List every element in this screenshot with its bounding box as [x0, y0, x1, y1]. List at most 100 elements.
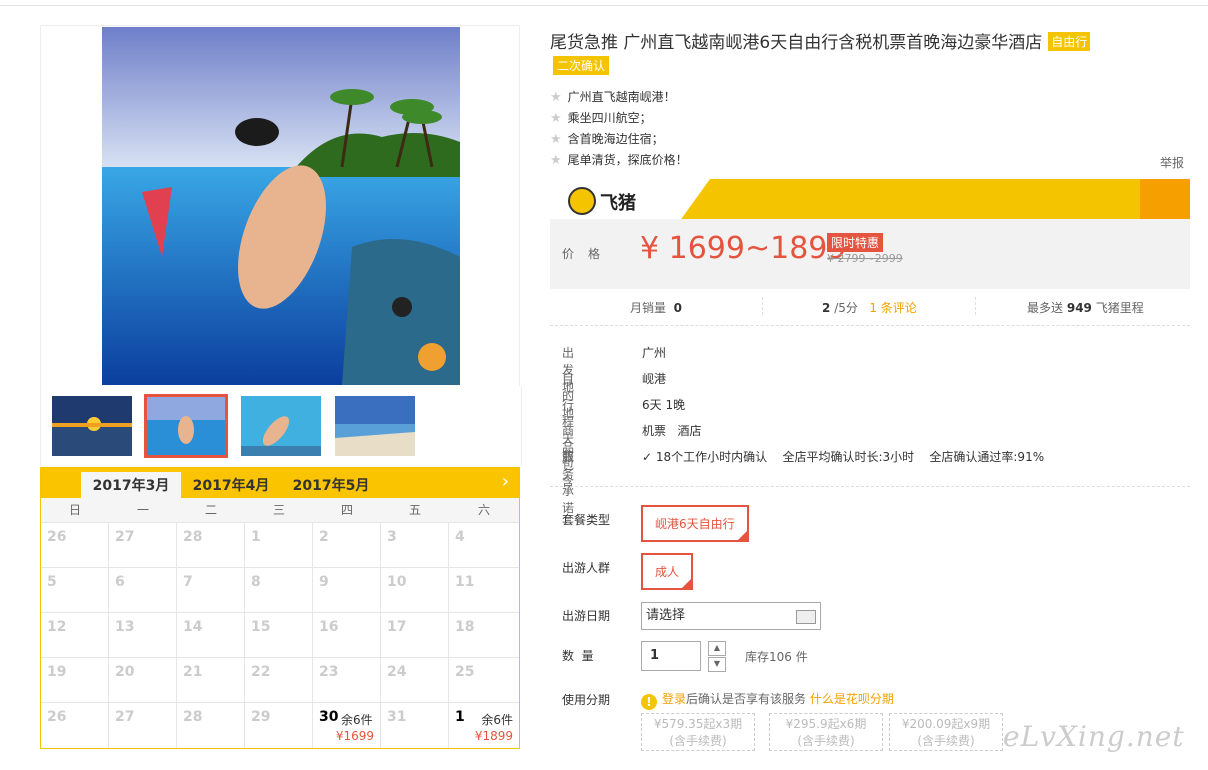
login-link[interactable]: 登录: [662, 692, 686, 706]
feature-text: 广州直飞越南岘港！: [567, 90, 676, 104]
installment-option-3[interactable]: ¥579.35起x3期 (含手续费): [641, 713, 755, 751]
fliggy-pig-icon: [568, 187, 596, 215]
limited-offer-badge: 限时特惠: [827, 233, 884, 252]
month-tab-march[interactable]: 2017年3月: [81, 472, 181, 498]
calendar-day-number: 14: [183, 619, 203, 635]
info-key: 服务承诺: [562, 450, 575, 515]
price-box: 飞猪 价格 ¥ 1699~1899 限时特惠 ¥ 2799~2999: [550, 179, 1190, 289]
date-placeholder: 请选择: [646, 608, 686, 623]
reviews-link[interactable]: 1 条评论: [869, 301, 916, 315]
info-value: 岘港: [642, 372, 667, 386]
service-rate: 全店确认通过率:91%: [929, 450, 1045, 464]
type-tag: 自由行: [1048, 32, 1091, 51]
calendar-day-number: 6: [115, 574, 125, 590]
calendar-day-number: 27: [115, 709, 135, 725]
thumbnail-sunset[interactable]: [52, 396, 132, 456]
crowd-option[interactable]: 成人: [641, 553, 694, 590]
calendar-day[interactable]: 1 余6件 ¥1899: [449, 703, 519, 748]
calendar-day-number: 28: [183, 529, 203, 545]
thumbnail-underwater[interactable]: [241, 396, 321, 456]
calendar-day-number: 31: [387, 709, 407, 725]
installment-fee-note: (含手续费): [669, 734, 727, 748]
product-title: 尾货急推 广州直飞越南岘港6天自由行含税机票首晚海边豪华酒店 自由行: [550, 28, 1091, 53]
rating-suffix: /5分: [834, 301, 858, 315]
weekday-header: 五: [381, 498, 449, 523]
calendar-day-price: ¥1699: [335, 729, 374, 743]
feature-text: 乘坐四川航空；: [567, 111, 652, 125]
feature-item: ★ 乘坐四川航空；: [550, 109, 652, 126]
miles-suffix: 飞猪里程: [1095, 301, 1144, 315]
package-option[interactable]: 岘港6天自由行: [641, 505, 749, 542]
installment-help-link[interactable]: 什么是花呗分期: [810, 692, 894, 706]
calendar-day-number: 26: [47, 529, 67, 545]
quantity-down-button[interactable]: ▼: [708, 657, 726, 672]
stats-row: 月销量 0 2 /5分 1 条评论 最多送 949 飞猪里程: [550, 289, 1190, 326]
calendar-day: 9: [313, 568, 381, 613]
calendar-day: 19: [41, 658, 109, 703]
quantity-input[interactable]: 1: [641, 641, 701, 671]
calendar-day-number: 25: [455, 664, 475, 680]
calendar-day: 6: [109, 568, 177, 613]
crowd-option-text: 成人: [655, 565, 680, 579]
calendar-day-number: 18: [455, 619, 475, 635]
main-image-frame: [40, 25, 520, 387]
watermark: eLvXing.net: [1003, 720, 1185, 753]
quantity-up-button[interactable]: ▲: [708, 641, 726, 656]
calendar-day: 12: [41, 613, 109, 658]
service-values: ✓ 18个工作小时内确认 全店平均确认时长:3小时 全店确认通过率:91%: [642, 448, 1044, 465]
calendar-day: 20: [109, 658, 177, 703]
calendar-day-number: 9: [319, 574, 329, 590]
calendar-day-stock: 余6件: [481, 713, 513, 727]
price-label: 价格: [562, 247, 615, 261]
calendar-day: 18: [449, 613, 519, 658]
feature-text: 含首晚海边住宿；: [567, 132, 664, 146]
calendar-day: 26: [41, 703, 109, 748]
calendar-day-number: 21: [183, 664, 203, 680]
calendar-day: 3: [381, 523, 449, 568]
top-divider: [0, 5, 1208, 6]
weekday-header: 二: [177, 498, 245, 523]
feature-item: ★ 尾单清货，探底价格！: [550, 151, 688, 168]
calendar-header: 2017年3月 2017年4月 2017年5月 ›: [41, 468, 519, 498]
feature-text: 尾单清货，探底价格！: [567, 153, 688, 167]
thumbnail-snorkel[interactable]: [144, 394, 228, 458]
month-tab-april[interactable]: 2017年4月: [181, 472, 281, 498]
calendar-day: 2: [313, 523, 381, 568]
feature-item: ★ 广州直飞越南岘港！: [550, 88, 676, 105]
calendar-day-number: 27: [115, 529, 135, 545]
price-calendar: 2017年3月 2017年4月 2017年5月 › 日一二三四五六 26 27 28 1…: [40, 467, 520, 749]
calendar-day: 5: [41, 568, 109, 613]
weekday-header: 四: [313, 498, 381, 523]
installment-option-9[interactable]: ¥200.09起x9期 (含手续费): [889, 713, 1003, 751]
month-tab-may[interactable]: 2017年5月: [281, 472, 381, 498]
calendar-day[interactable]: 30 余6件 ¥1699: [313, 703, 381, 748]
rating: 2 /5分 1 条评论: [822, 299, 917, 316]
crowd-label: 出游人群: [562, 561, 611, 575]
report-link[interactable]: 举报: [1160, 154, 1184, 171]
installment-option-6[interactable]: ¥295.9起x6期 (含手续费): [769, 713, 883, 751]
calendar-day-number: 28: [183, 709, 203, 725]
calendar-day: 25: [449, 658, 519, 703]
monthly-sales-label: 月销量: [630, 301, 667, 315]
thumbnail-beach[interactable]: [335, 396, 415, 456]
chevron-right-icon[interactable]: ›: [502, 471, 509, 492]
calendar-day-number: 16: [319, 619, 339, 635]
main-product-image[interactable]: [102, 27, 460, 385]
calendar-day: 15: [245, 613, 313, 658]
calendar-day: 23: [313, 658, 381, 703]
monthly-sales: 月销量 0: [630, 299, 682, 316]
miles-prefix: 最多送: [1027, 301, 1064, 315]
calendar-day-number: 1: [455, 709, 465, 725]
calendar-icon[interactable]: [796, 610, 816, 624]
installment-text: 后确认是否享有该服务: [686, 692, 807, 706]
calendar-day: 21: [177, 658, 245, 703]
info-value: 机票 酒店: [642, 424, 702, 438]
calendar-day-number: 8: [251, 574, 261, 590]
stock-text: 库存106 件: [745, 650, 808, 664]
star-icon: ★: [550, 132, 562, 147]
miles: 最多送 949 飞猪里程: [1027, 299, 1144, 316]
installment-amount: ¥295.9起x6期: [785, 717, 867, 731]
package-option-text: 岘港6天自由行: [655, 517, 735, 531]
date-input[interactable]: 请选择: [641, 602, 821, 630]
selected-corner-icon: [737, 531, 747, 540]
